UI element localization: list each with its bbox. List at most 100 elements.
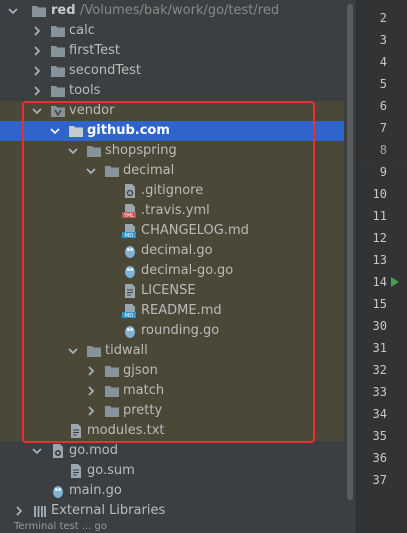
- vendor-folder-icon: [51, 106, 65, 117]
- tree-row-rounding-go[interactable]: rounding.go: [0, 321, 344, 341]
- tree-row-pretty[interactable]: pretty: [0, 401, 344, 421]
- chevron-right-icon[interactable]: [31, 25, 43, 37]
- line-number: 11: [372, 209, 387, 223]
- scrollbar-thumb[interactable]: [347, 4, 353, 500]
- folder-icon: [105, 166, 119, 177]
- tree-row-firsttest[interactable]: firstTest: [0, 41, 344, 61]
- project-name: red: [51, 3, 76, 18]
- tree-label: go.mod: [69, 443, 118, 458]
- tree-label: pretty: [123, 403, 163, 418]
- line-number: 30: [372, 319, 387, 333]
- go-file-icon: [125, 326, 135, 338]
- chevron-right-icon[interactable]: [85, 385, 97, 397]
- tree-label: .travis.yml: [141, 203, 210, 218]
- tree-row-travis-yml[interactable]: YML .travis.yml: [0, 201, 344, 221]
- chevron-down-icon[interactable]: [31, 445, 43, 457]
- tree-row-shopspring[interactable]: shopspring: [0, 141, 344, 161]
- tree-row-decimal-go-go[interactable]: decimal-go.go: [0, 261, 344, 281]
- tree-row-decimal-go[interactable]: decimal.go: [0, 241, 344, 261]
- tree-row-license[interactable]: LICENSE: [0, 281, 344, 301]
- line-number: 37: [372, 473, 387, 487]
- chevron-right-icon[interactable]: [85, 405, 97, 417]
- line-number: 3: [379, 33, 387, 47]
- chevron-down-icon[interactable]: [49, 125, 61, 137]
- svg-text:YML: YML: [123, 213, 134, 219]
- line-number: 32: [372, 363, 387, 377]
- chevron-down-icon[interactable]: [67, 345, 79, 357]
- tree-label: github.com: [87, 123, 170, 138]
- tree-row-gjson[interactable]: gjson: [0, 361, 344, 381]
- tree-label: calc: [69, 23, 95, 38]
- bottom-status-strip: Terminal test ... go: [0, 521, 344, 533]
- line-number: 10: [372, 187, 387, 201]
- tree-label: modules.txt: [87, 423, 165, 438]
- tree-row-readme-md[interactable]: MD README.md: [0, 301, 344, 321]
- tree-label: External Libraries: [51, 503, 166, 518]
- run-arrow-icon[interactable]: [390, 276, 400, 288]
- line-number: 14: [372, 275, 387, 289]
- markdown-file-icon: MD: [122, 224, 136, 239]
- folder-icon: [51, 86, 65, 97]
- tree-label: tidwall: [105, 343, 148, 358]
- tree-label: decimal: [123, 163, 175, 178]
- tree-label: firstTest: [69, 43, 121, 58]
- tree-row-external-libraries[interactable]: External Libraries: [0, 501, 344, 521]
- svg-text:MD: MD: [125, 313, 134, 319]
- line-number: 7: [379, 121, 387, 135]
- tree-scrollbar[interactable]: [344, 0, 356, 533]
- chevron-right-icon[interactable]: [31, 45, 43, 57]
- chevron-right-icon[interactable]: [85, 365, 97, 377]
- tree-row-modules-txt[interactable]: modules.txt: [0, 421, 344, 441]
- line-number: 2: [379, 11, 387, 25]
- tree-label: tools: [69, 83, 101, 98]
- tree-label: decimal.go: [141, 243, 213, 258]
- chevron-right-icon[interactable]: [31, 65, 43, 77]
- go-file-icon: [53, 486, 63, 498]
- text-file-icon: [71, 424, 81, 438]
- chevron-down-icon[interactable]: [31, 105, 43, 117]
- tree-row-secondtest[interactable]: secondTest: [0, 61, 344, 81]
- chevron-right-icon[interactable]: [31, 85, 43, 97]
- tree-row-tools[interactable]: tools: [0, 81, 344, 101]
- editor-gutter: 2 3 4 5 6 7 8 9 10 11 12 13 14 15 30 31 …: [356, 0, 407, 533]
- line-number: 9: [379, 165, 387, 179]
- folder-icon: [51, 26, 65, 37]
- line-number: 4: [379, 55, 387, 69]
- tree-row-decimal[interactable]: decimal: [0, 161, 344, 181]
- tree-label: README.md: [141, 303, 222, 318]
- tree-row-main-go[interactable]: main.go: [0, 481, 344, 501]
- tree-label: rounding.go: [141, 323, 220, 338]
- folder-icon: [51, 66, 65, 77]
- tree-row-root[interactable]: red /Volumes/bak/work/go/test/red: [0, 1, 344, 21]
- line-number: 34: [372, 407, 387, 421]
- tree-label: LICENSE: [141, 283, 196, 298]
- tree-label: match: [123, 383, 165, 398]
- tree-row-changelog-md[interactable]: MD CHANGELOG.md: [0, 221, 344, 241]
- line-number: 8: [379, 143, 387, 157]
- chevron-down-icon[interactable]: [85, 165, 97, 177]
- line-number: 15: [372, 297, 387, 311]
- line-number: 31: [372, 341, 387, 355]
- folder-icon: [87, 146, 101, 157]
- tree-row-go-sum[interactable]: go.sum: [0, 461, 344, 481]
- line-number: 33: [372, 385, 387, 399]
- tree-row-match[interactable]: match: [0, 381, 344, 401]
- line-number: 5: [379, 77, 387, 91]
- go-mod-file-icon: [53, 444, 63, 458]
- ignore-file-icon: [125, 184, 135, 198]
- text-file-icon: [71, 464, 81, 478]
- tree-label: decimal-go.go: [141, 263, 234, 278]
- tree-row-vendor[interactable]: vendor: [0, 101, 344, 121]
- chevron-right-icon[interactable]: [13, 505, 25, 517]
- tree-row-github-com[interactable]: github.com: [0, 121, 344, 141]
- chevron-down-icon[interactable]: [67, 145, 79, 157]
- tree-row-gitignore[interactable]: .gitignore: [0, 181, 344, 201]
- chevron-down-icon[interactable]: [7, 5, 19, 17]
- folder-icon: [51, 46, 65, 57]
- line-number: 36: [372, 451, 387, 465]
- tree-row-tidwall[interactable]: tidwall: [0, 341, 344, 361]
- tree-row-go-mod[interactable]: go.mod: [0, 441, 344, 461]
- folder-icon: [32, 6, 46, 17]
- tree-row-calc[interactable]: calc: [0, 21, 344, 41]
- folder-icon: [87, 346, 101, 357]
